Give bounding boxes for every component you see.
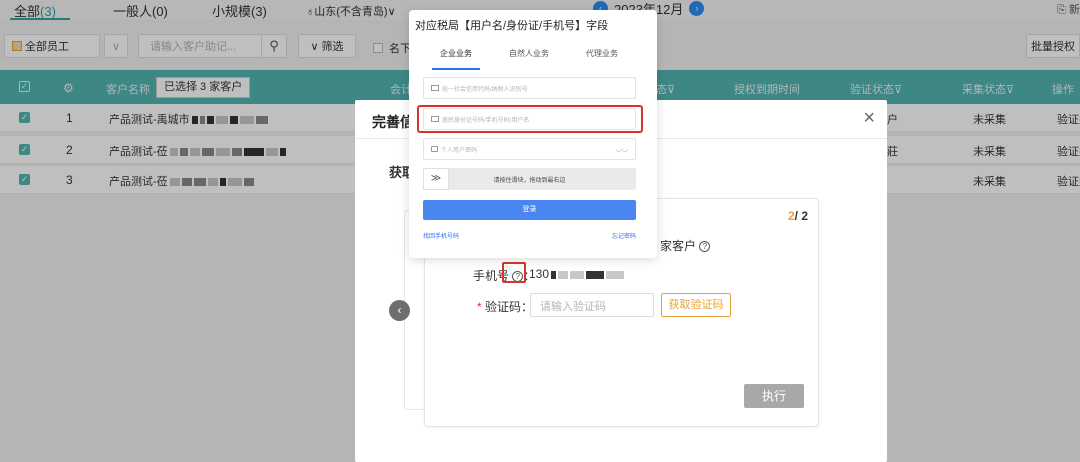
customer-count-suffix: 家客户 [660, 239, 697, 253]
login-button[interactable]: 登录 [423, 200, 636, 220]
tax-login-popup: 对应税局【用户名/身份证/手机号】字段 企业业务 自然人业务 代理业务 统一社会… [409, 10, 657, 258]
password-placeholder: 个人用户密码 [441, 147, 478, 154]
popup-tabs: 企业业务 自然人业务 代理业务 [409, 48, 657, 66]
pager-current: 2 [787, 209, 795, 223]
prev-card-icon[interactable]: ‹ [389, 300, 410, 321]
slider-handle-icon[interactable]: ≫ [423, 168, 449, 190]
help-icon[interactable]: ? [699, 241, 711, 252]
execute-button[interactable]: 执行 [744, 384, 804, 408]
code-label: * 验证码： [477, 298, 533, 315]
tab-agency[interactable]: 代理业务 [586, 48, 618, 59]
tab-enterprise[interactable]: 企业业务 [440, 48, 472, 59]
tax-id-placeholder: 统一社会信用代码/纳税人识别号 [442, 86, 528, 93]
password-input[interactable]: 个人用户密码 ◡◡ [423, 138, 636, 160]
popup-title: 对应税局【用户名/身份证/手机号】字段 [415, 20, 609, 32]
card-pager: 2/ 2 [788, 209, 808, 223]
username-highlight [417, 105, 643, 133]
recover-phone-link[interactable]: 找回手机号码 [423, 231, 459, 240]
verification-code-input[interactable]: 请输入验证码 [530, 293, 654, 317]
required-mark: * [477, 300, 482, 314]
code-label-text: 验证码： [485, 300, 534, 314]
slider-hint: 请按住滑块，拖动到最右边 [493, 178, 566, 184]
phone-number: 130 [529, 267, 550, 281]
forgot-password-link[interactable]: 忘记密码 [612, 231, 636, 240]
popup-tab-indicator [432, 68, 480, 70]
lock-icon [431, 146, 438, 152]
tab-individual[interactable]: 自然人业务 [509, 48, 549, 59]
phone-help-highlight [502, 262, 526, 283]
card-heading: 2 家客户 ? [650, 237, 711, 254]
tax-id-input[interactable]: 统一社会信用代码/纳税人识别号 [423, 77, 636, 99]
id-card-icon [431, 85, 439, 91]
modal-title: 完善信 [372, 114, 414, 130]
captcha-slider[interactable]: 请按住滑块，拖动到最右边 ≫ [423, 168, 636, 190]
eye-icon[interactable]: ◡◡ [616, 145, 628, 153]
phone-value: 130 [529, 267, 625, 281]
get-code-button[interactable]: 获取验证码 [661, 293, 731, 317]
pager-total: / 2 [794, 209, 808, 223]
close-icon[interactable]: × [863, 107, 875, 130]
